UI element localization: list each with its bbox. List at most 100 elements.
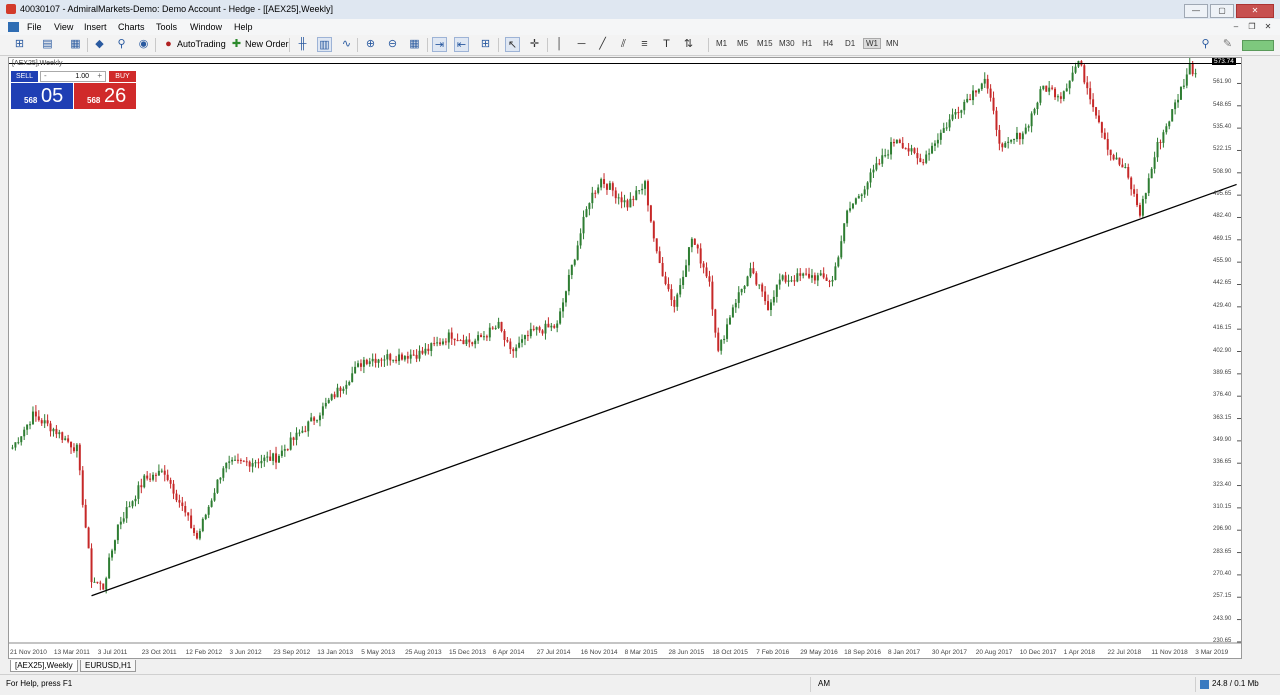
candle-body [17,442,20,444]
cursor-icon[interactable]: ↖ [505,37,520,52]
bar-chart-icon[interactable]: ╫ [295,37,310,52]
auto-scroll-icon[interactable]: ⇥ [432,37,447,52]
candle-body [892,141,895,144]
candle-body [910,148,913,152]
zoom-out-icon[interactable]: ⊖ [385,37,400,52]
timeframe-m30[interactable]: M30 [779,39,795,48]
candle-body [1007,141,1010,143]
candle-body [78,444,81,471]
candle-body [345,384,348,389]
timeframe-h4[interactable]: H4 [823,39,833,48]
status-profile: AM [818,679,830,688]
candle-body [301,430,304,433]
chart-canvas[interactable]: 21 Nov 2010 13 Mar 2011 3 Jul 2011 23 Oct 2… [9,58,1241,658]
menu-insert[interactable]: Insert [84,22,107,32]
menu-charts[interactable]: Charts [118,22,145,32]
vertical-line-icon[interactable]: │ [552,37,567,52]
fibonacci-icon[interactable]: ≡ [637,37,652,52]
x-tick-label: 7 Feb 2016 [756,649,789,656]
autotrading-button[interactable]: AutoTrading [177,39,226,49]
candle-body [588,203,591,210]
candle-body [969,98,972,101]
new-order-icon[interactable]: ✚ [229,37,244,52]
lot-increase-icon[interactable]: + [97,71,102,80]
market-watch-icon[interactable]: ▦ [68,37,83,52]
candle-body [163,470,166,475]
buy-button[interactable]: BUY [109,71,136,82]
autotrading-icon[interactable]: ● [161,37,176,52]
lot-input[interactable]: 1.00 [75,73,89,80]
arrows-icon[interactable]: ⇅ [681,37,696,52]
candle-body [357,363,360,367]
child-close-icon[interactable]: ✕ [1262,21,1274,32]
channel-icon[interactable]: ⫽ [616,37,631,52]
candle-body [400,354,403,360]
candle-body [465,339,468,345]
candle-body [567,274,570,292]
candle-body [1092,99,1095,108]
candle-body [406,356,409,359]
tab-aex25-weekly[interactable]: [AEX25],Weekly [10,660,78,672]
timeframe-m15[interactable]: M15 [757,39,773,48]
text-icon[interactable]: T [659,37,674,52]
indicators-icon[interactable]: ⊞ [478,37,493,52]
menu-window[interactable]: Window [190,22,222,32]
child-minimize-icon[interactable]: – [1230,21,1242,32]
candle-body [143,475,146,488]
lot-decrease-icon[interactable]: - [44,71,47,80]
timeframe-d1[interactable]: D1 [845,39,855,48]
signal-icon[interactable]: ◉ [136,37,151,52]
buy-price-box[interactable]: 568 26 [74,83,136,109]
candle-body [925,154,928,163]
sell-price-box[interactable]: 568 05 [11,83,73,109]
x-tick-label: 28 Jun 2015 [669,649,705,656]
candle-body [497,321,500,328]
new-chart-icon[interactable]: ⊞ [12,37,27,52]
candle-body [239,459,242,461]
menu-tools[interactable]: Tools [156,22,177,32]
chart-shift-icon[interactable]: ⇤ [454,37,469,52]
trendline-icon[interactable]: ╱ [595,37,610,52]
close-button[interactable]: ✕ [1236,4,1274,18]
child-restore-icon[interactable]: ❐ [1246,21,1258,32]
timeframe-m5[interactable]: M5 [737,39,748,48]
candle-body [184,505,187,513]
crosshair-icon[interactable]: ✛ [527,37,542,52]
maximize-button[interactable]: ▢ [1210,4,1234,18]
candle-body [1118,157,1121,165]
tile-windows-icon[interactable]: ▦ [407,37,422,52]
zoom-in-icon[interactable]: ⊕ [363,37,378,52]
candlestick-icon[interactable]: ▥ [317,37,332,52]
candle-body [193,527,196,533]
timeframe-mn[interactable]: MN [886,39,898,48]
options-icon[interactable]: ✎ [1220,37,1235,52]
candle-body [579,233,582,246]
menu-file[interactable]: File [27,22,42,32]
candle-body [55,428,58,435]
new-order-button[interactable]: New Order [245,39,289,49]
timeframe-m1[interactable]: M1 [716,39,727,48]
timeframe-w1[interactable]: W1 [863,38,881,49]
candle-body [676,294,679,307]
terminal-icon[interactable]: ⚲ [114,37,129,52]
profiles-icon[interactable]: ▤ [40,37,55,52]
x-tick-label: 16 Nov 2014 [581,649,618,656]
candle-body [108,557,111,579]
candle-body [75,444,78,452]
candle-body [198,531,201,539]
timeframe-h1[interactable]: H1 [802,39,812,48]
chart-window-icon[interactable] [8,22,19,32]
line-chart-icon[interactable]: ∿ [339,37,354,52]
menu-view[interactable]: View [54,22,73,32]
sell-button[interactable]: SELL [11,71,38,82]
menu-help[interactable]: Help [234,22,253,32]
horizontal-line-icon[interactable]: ─ [574,37,589,52]
navigator-icon[interactable]: ◆ [92,37,107,52]
tab-eurusd-h1[interactable]: EURUSD,H1 [80,660,137,672]
candle-body [46,420,49,424]
candle-body [1115,157,1118,160]
minimize-button[interactable]: — [1184,4,1208,18]
search-icon[interactable]: ⚲ [1198,37,1213,52]
candle-body [863,189,866,195]
chart-window[interactable]: 21 Nov 2010 13 Mar 2011 3 Jul 2011 23 Oct 2… [8,57,1242,659]
